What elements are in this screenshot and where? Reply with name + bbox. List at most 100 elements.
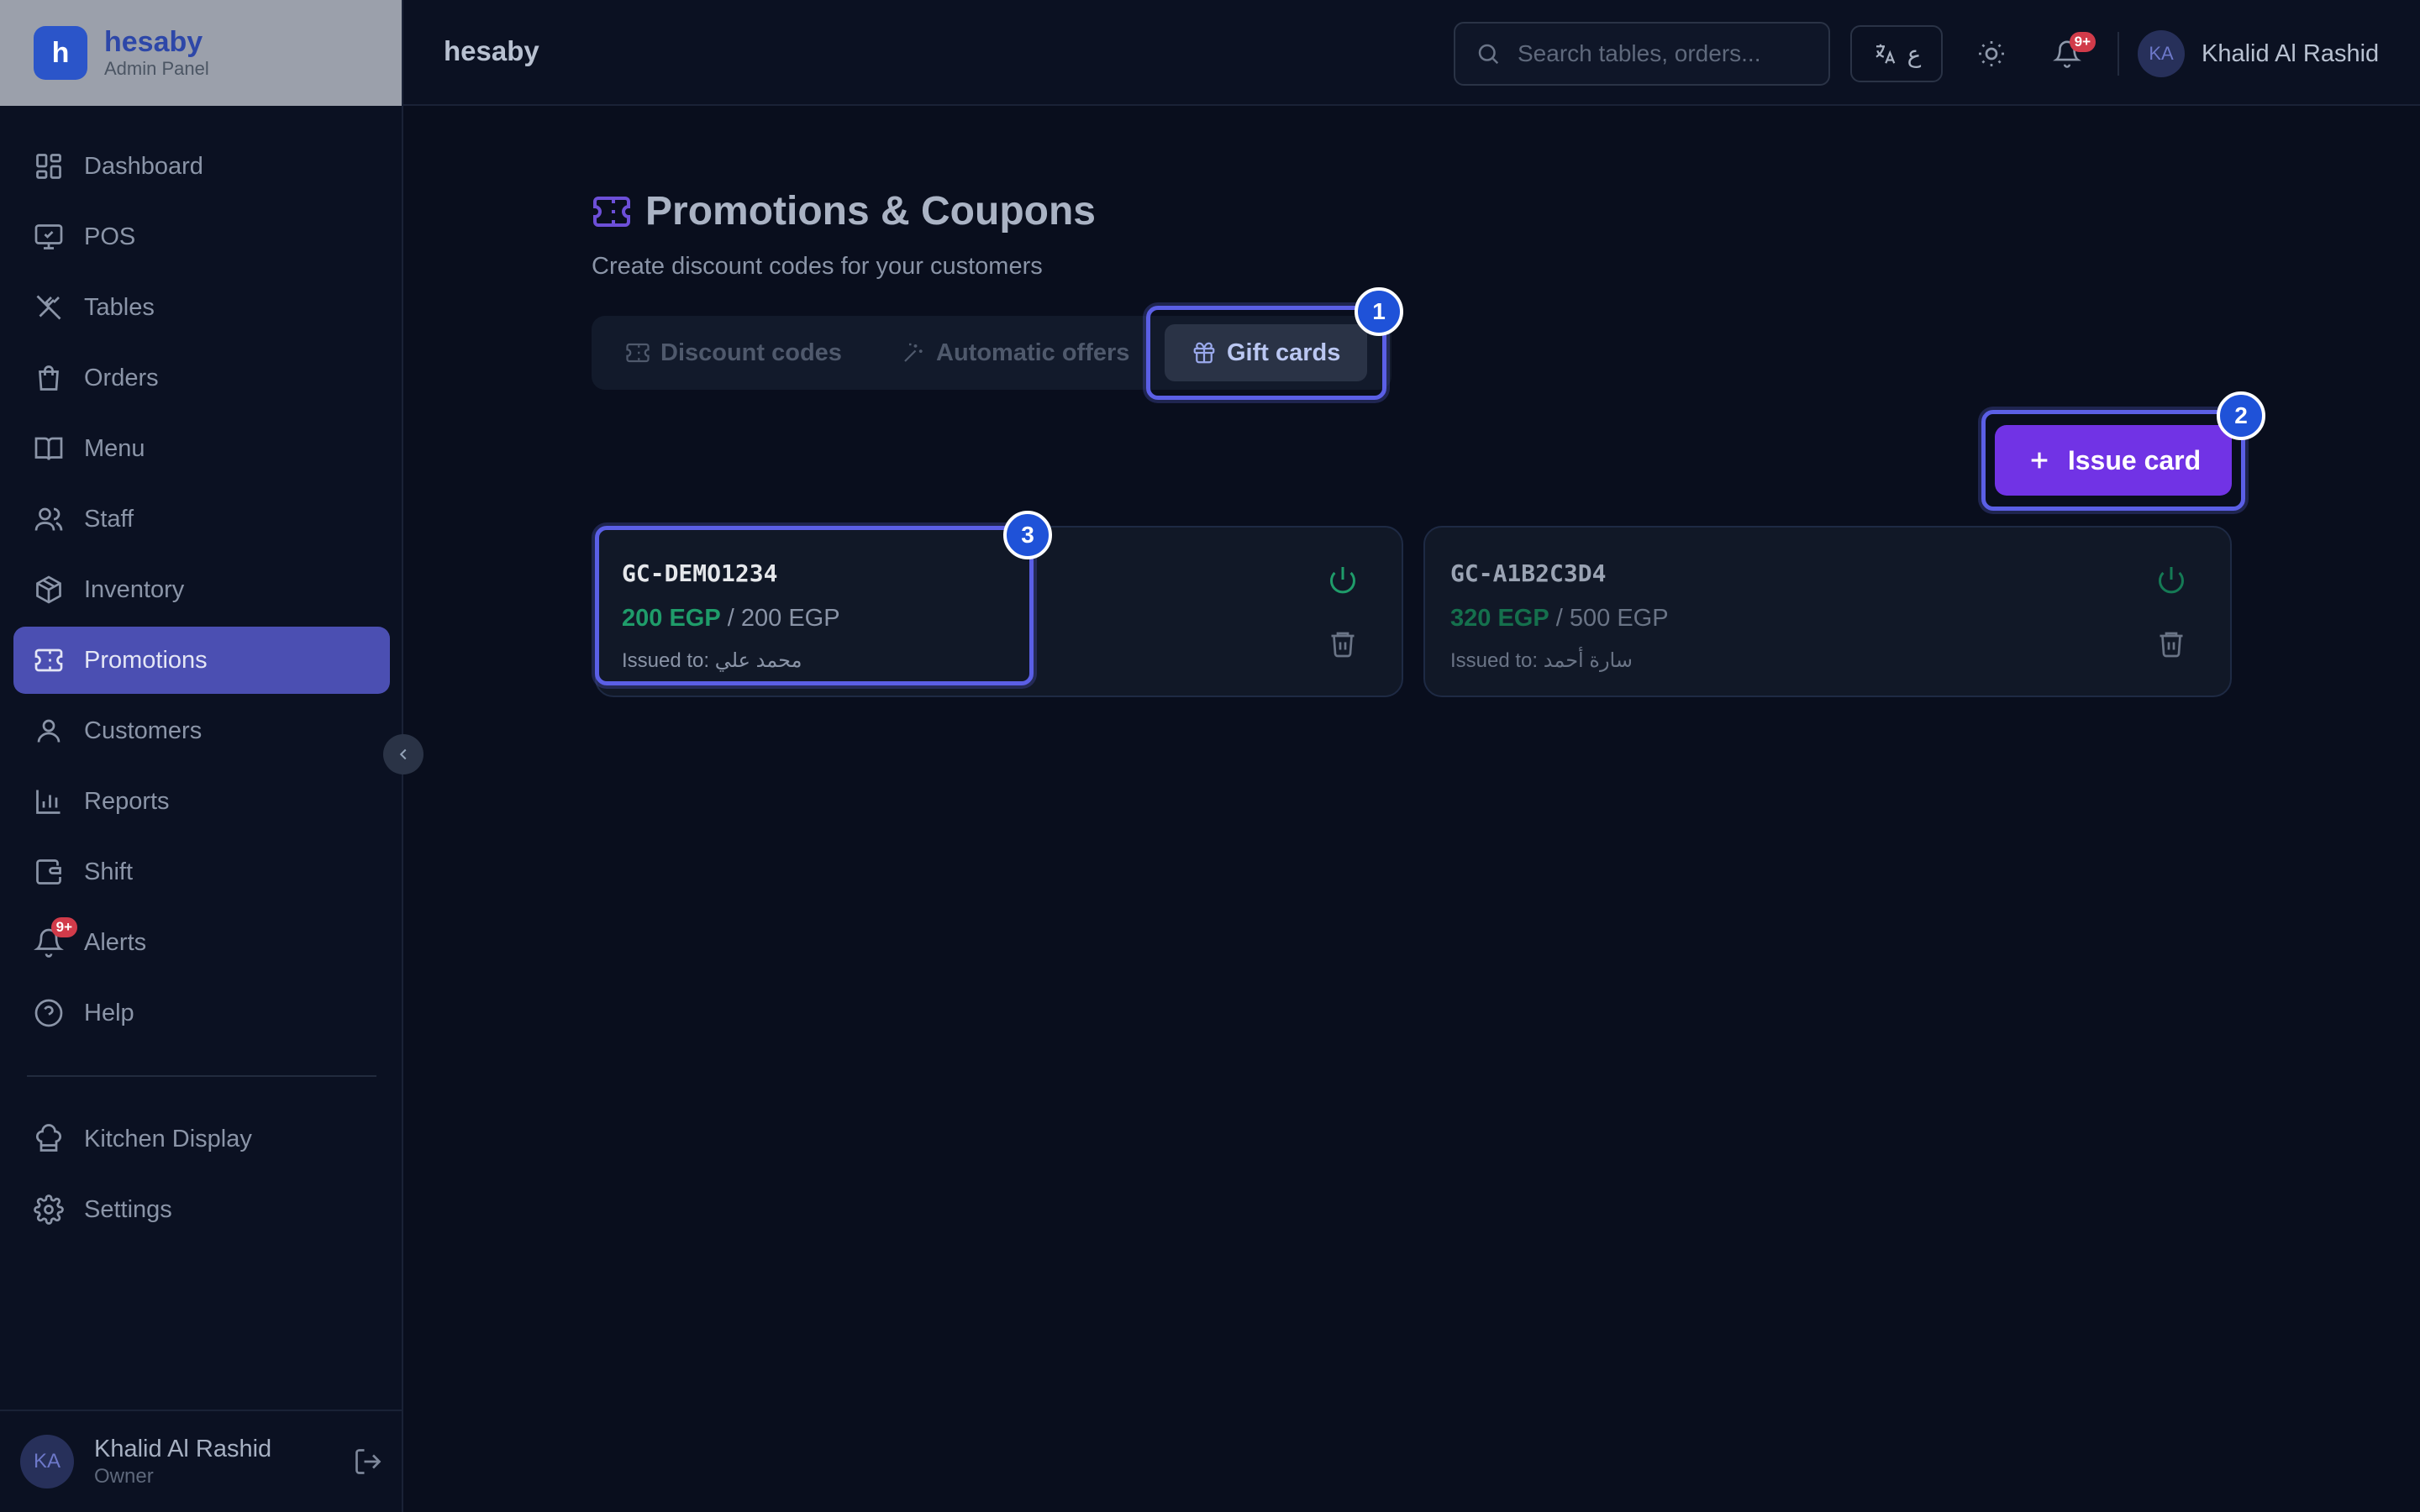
sidebar-item-dashboard[interactable]: Dashboard (13, 133, 390, 200)
tab-label: Gift cards (1227, 339, 1341, 366)
chevron-left-icon (399, 748, 407, 760)
chef-hat-icon (34, 1124, 64, 1154)
wallet-icon (34, 857, 64, 887)
package-icon (34, 575, 64, 605)
theme-toggle-button[interactable] (1971, 34, 2012, 74)
sun-icon (1979, 41, 2004, 66)
brand-subtitle: Admin Panel (104, 58, 209, 79)
sidebar-item-label: Inventory (84, 575, 185, 603)
search-icon (1478, 44, 1499, 65)
search-box[interactable] (1454, 22, 1830, 86)
sidebar-item-promotions[interactable]: Promotions (13, 627, 390, 694)
sidebar-item-settings[interactable]: Settings (13, 1176, 390, 1243)
sidebar-item-label: Tables (84, 293, 155, 321)
sidebar: h hesaby Admin Panel Dashboard POS Table… (0, 0, 403, 1512)
tab-gift-cards[interactable]: Gift cards (1165, 324, 1368, 381)
sidebar-item-label: Reports (84, 787, 170, 815)
header-user-menu[interactable]: KA Khalid Al Rashid (2138, 29, 2379, 79)
sparkles-icon (904, 343, 923, 362)
sidebar-item-inventory[interactable]: Inventory (13, 556, 390, 623)
gift-card-balance: 320 EGP / 500 EGP (1450, 605, 1669, 632)
search-input[interactable] (1518, 40, 1820, 67)
gift-card-total: 500 EGP (1569, 605, 1669, 632)
gift-card-remaining: 320 EGP (1450, 605, 1549, 632)
sidebar-item-label: POS (84, 223, 136, 250)
header-divider (2118, 32, 2119, 76)
gift-card-balance: 200 EGP / 200 EGP (622, 605, 840, 632)
sidebar-item-label: Kitchen Display (84, 1125, 252, 1152)
sidebar-item-reports[interactable]: Reports (13, 768, 390, 835)
user-role: Owner (94, 1465, 154, 1488)
gift-card-remaining: 200 EGP (622, 605, 721, 632)
logout-icon[interactable] (353, 1446, 383, 1477)
toggle-power-icon[interactable] (2156, 564, 2190, 598)
gift-card-issued-to: Issued to: سارة أحمد (1450, 649, 1633, 672)
notification-badge: 9+ (2069, 32, 2096, 52)
translate-icon (1875, 44, 1895, 64)
avatar: KA (2138, 30, 2185, 77)
tab-label: Automatic offers (936, 339, 1130, 366)
header-title: hesaby (444, 35, 539, 66)
promotion-tabs: Discount codes Automatic offers Gift car… (592, 316, 1392, 390)
collapse-sidebar-button[interactable] (383, 734, 424, 774)
sidebar-item-label: Dashboard (84, 152, 203, 180)
shopping-bag-icon (34, 363, 64, 393)
notifications-button[interactable]: 9+ (2047, 32, 2096, 74)
sidebar-item-staff[interactable]: Staff (13, 486, 390, 553)
brand-name: hesaby (104, 26, 203, 58)
tab-label: Discount codes (660, 339, 842, 366)
sidebar-item-label: Alerts (84, 928, 147, 956)
toggle-power-icon[interactable] (1328, 564, 1361, 598)
top-header: hesaby ع 9+ KA Khalid Al Rashid (403, 0, 2420, 106)
brand-logo: h (34, 26, 87, 80)
gift-card[interactable]: GC-DEMO1234 200 EGP / 200 EGP Issued to:… (595, 526, 1403, 697)
gift-card-code: GC-A1B2C3D4 (1450, 559, 1607, 587)
ticket-icon (626, 343, 650, 363)
language-toggle-button[interactable]: ع (1850, 25, 1943, 82)
sidebar-item-shift[interactable]: Shift (13, 838, 390, 906)
book-icon (34, 433, 64, 464)
ticket-icon (593, 196, 630, 227)
sidebar-item-pos[interactable]: POS (13, 203, 390, 270)
language-label: ع (1907, 40, 1922, 67)
issue-card-button[interactable]: Issue card (1995, 425, 2232, 496)
alerts-badge: 9+ (50, 917, 77, 937)
tab-discount-codes[interactable]: Discount codes (612, 324, 855, 381)
sidebar-item-kitchen-display[interactable]: Kitchen Display (13, 1105, 390, 1173)
gift-card[interactable]: GC-A1B2C3D4 320 EGP / 500 EGP Issued to:… (1423, 526, 2232, 697)
sidebar-item-orders[interactable]: Orders (13, 344, 390, 412)
delete-trash-icon[interactable] (2156, 628, 2190, 662)
sidebar-item-help[interactable]: Help (13, 979, 390, 1047)
step-marker-2: 2 (2217, 391, 2265, 440)
sidebar-user: KA Khalid Al Rashid Owner (0, 1410, 403, 1512)
plus-icon (2031, 452, 2048, 469)
sidebar-item-label: Settings (84, 1195, 172, 1223)
sidebar-item-menu[interactable]: Menu (13, 415, 390, 482)
page-subtitle: Create discount codes for your customers (592, 253, 1043, 280)
delete-trash-icon[interactable] (1328, 628, 1361, 662)
gift-card-total: 200 EGP (740, 605, 840, 632)
avatar[interactable]: KA (20, 1435, 74, 1488)
sidebar-item-label: Customers (84, 717, 203, 744)
gift-card-issued-to: Issued to: محمد علي (622, 649, 802, 672)
bar-chart-icon (34, 786, 64, 816)
gear-icon (34, 1194, 64, 1225)
sidebar-item-alerts[interactable]: 9+ Alerts (13, 909, 390, 976)
header-user-name: Khalid Al Rashid (2202, 39, 2380, 67)
brand[interactable]: h hesaby Admin Panel (0, 0, 402, 106)
sidebar-divider (27, 1075, 376, 1077)
dashboard-icon (34, 151, 64, 181)
users-icon (34, 504, 64, 534)
sidebar-item-customers[interactable]: Customers (13, 697, 390, 764)
sidebar-item-tables[interactable]: Tables (13, 274, 390, 341)
issue-card-label: Issue card (2067, 444, 2202, 475)
utensils-icon (34, 292, 64, 323)
step-marker-1: 1 (1355, 287, 1403, 336)
sidebar-item-label: Promotions (84, 646, 208, 674)
user-icon (34, 716, 64, 746)
page-header: Promotions & Coupons Create discount cod… (592, 188, 1096, 281)
step-marker-3: 3 (1003, 511, 1052, 559)
tab-automatic-offers[interactable]: Automatic offers (887, 324, 1143, 381)
pos-icon (34, 222, 64, 252)
gift-card-code: GC-DEMO1234 (622, 559, 778, 587)
